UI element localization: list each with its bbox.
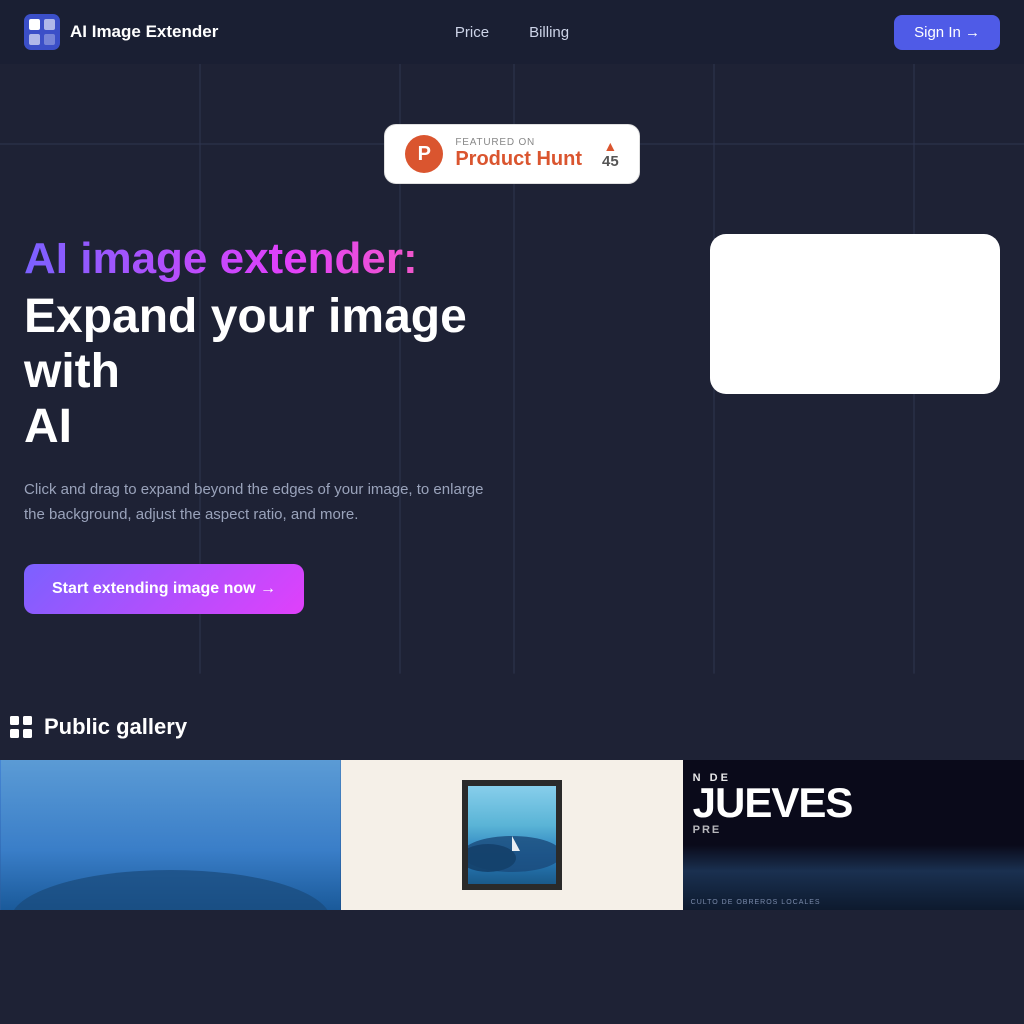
gallery-svg-1	[0, 760, 341, 910]
gallery-item-2	[341, 760, 682, 910]
gallery-header: Public gallery	[0, 714, 1024, 760]
hero-section: P FEATURED ON Product Hunt ▲ 45 AI image…	[0, 64, 1024, 674]
ph-text: FEATURED ON Product Hunt	[455, 137, 582, 171]
hero-content: AI image extender: Expand your image wit…	[24, 224, 1000, 614]
hero-image-preview	[710, 234, 1000, 394]
hero-left: AI image extender: Expand your image wit…	[24, 224, 544, 614]
ph-featured-on: FEATURED ON	[455, 137, 582, 148]
gallery-title: Public gallery	[44, 714, 187, 740]
jueves-main-text: JUEVES	[693, 782, 1014, 824]
logo-icon	[24, 14, 60, 50]
hero-title-white: Expand your image with AI	[24, 289, 544, 455]
ph-logo: P	[405, 135, 443, 173]
jueves-bottom-text: CULTO DE OBREROS LOCALES	[691, 899, 821, 906]
nav-link-billing[interactable]: Billing	[529, 24, 569, 41]
ph-votes: ▲ 45	[602, 139, 619, 170]
nav-links: Price Billing	[455, 24, 569, 41]
grid-icon	[8, 714, 34, 740]
nav-link-price[interactable]: Price	[455, 24, 489, 41]
gallery-section: Public gallery	[0, 674, 1024, 910]
hero-title-gradient: AI image extender:	[24, 234, 544, 285]
signin-button[interactable]: Sign In →	[894, 15, 1000, 50]
hero-description: Click and drag to expand beyond the edge…	[24, 478, 484, 528]
frame-artwork	[468, 786, 556, 884]
logo: AI Image Extender	[24, 14, 218, 50]
ph-vote-count: 45	[602, 153, 619, 170]
cta-button[interactable]: Start extending image now →	[24, 564, 304, 614]
gallery-item-1	[0, 760, 341, 910]
jueves-de-text: N DE	[693, 772, 1014, 784]
gallery-item-3: N DE JUEVES PRE CULTO DE OBREROS LOCALES	[683, 760, 1024, 910]
nav-title: AI Image Extender	[70, 22, 218, 42]
frame-inner	[462, 780, 562, 890]
ph-arrow-up-icon: ▲	[603, 139, 617, 153]
product-hunt-badge[interactable]: P FEATURED ON Product Hunt ▲ 45	[384, 124, 639, 184]
hero-title-line1: Expand your image with	[24, 290, 467, 398]
jueves-pre-text: PRE	[693, 824, 1014, 836]
hero-title-line2: AI	[24, 400, 72, 453]
ph-name: Product Hunt	[455, 148, 582, 171]
navbar: AI Image Extender Price Billing Sign In …	[0, 0, 1024, 64]
gallery-grid: N DE JUEVES PRE CULTO DE OBREROS LOCALES	[0, 760, 1024, 910]
gallery-icon	[8, 714, 34, 740]
